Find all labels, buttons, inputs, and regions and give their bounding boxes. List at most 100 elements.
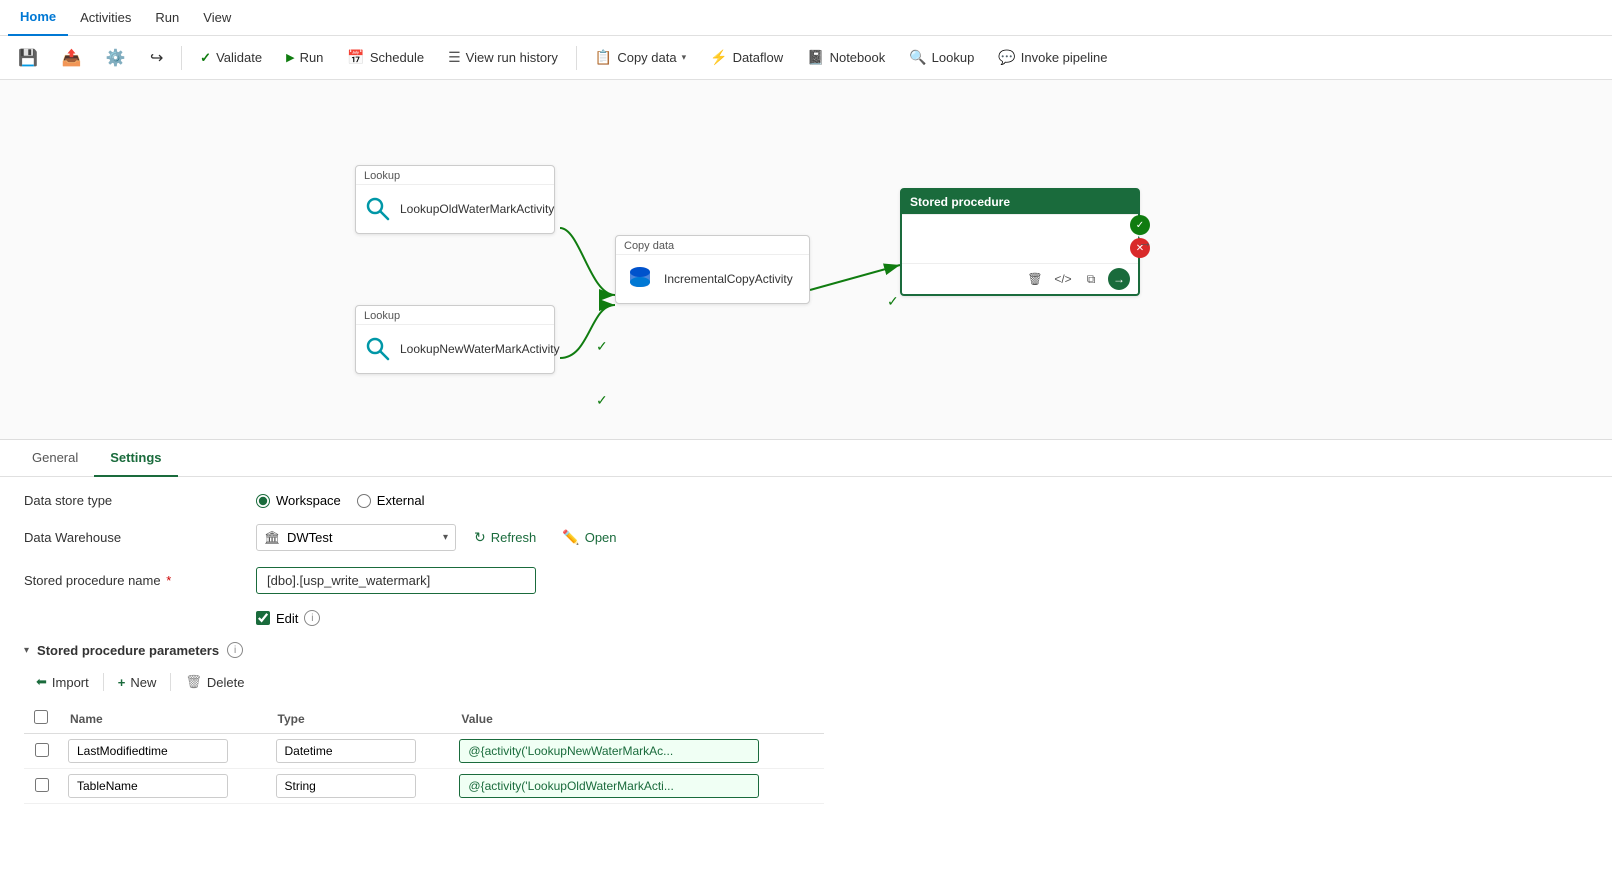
params-toolbar: ⬅ Import + New 🗑 Delete bbox=[24, 670, 1588, 694]
refresh-button[interactable]: ↻ Refresh bbox=[466, 525, 544, 550]
stored-proc-actions: 🗑 </> ⧉ → → bbox=[902, 263, 1138, 294]
settings-panel: Data store type Workspace External Data … bbox=[0, 477, 1612, 820]
toolbar-divider-1 bbox=[181, 46, 182, 70]
node-check-icon[interactable]: ✓ bbox=[1130, 215, 1150, 235]
lookup1-body: LookupOldWaterMarkActivity bbox=[356, 185, 554, 233]
edit-label: Edit bbox=[276, 611, 298, 626]
schedule-button[interactable]: 📅 Schedule bbox=[337, 45, 434, 70]
stored-proc-header: Stored procedure bbox=[902, 190, 1138, 215]
menu-item-view[interactable]: View bbox=[191, 0, 243, 36]
copydata-body: IncrementalCopyActivity bbox=[616, 255, 809, 303]
node-forward-icon: → bbox=[1138, 234, 1152, 250]
lookup2-node[interactable]: Lookup LookupNewWaterMarkActivity bbox=[355, 305, 555, 374]
dataflow-label: Dataflow bbox=[733, 50, 784, 65]
table-row: String bbox=[24, 769, 824, 804]
validate-button[interactable]: ✓ Validate bbox=[190, 46, 272, 70]
col-type-header: Type bbox=[268, 704, 452, 734]
new-param-button[interactable]: + New bbox=[106, 671, 169, 694]
row1-name-input[interactable] bbox=[68, 739, 228, 763]
notebook-label: Notebook bbox=[830, 50, 886, 65]
publish-button[interactable]: 📤 bbox=[52, 44, 92, 72]
stored-proc-node[interactable]: Stored procedure StoredProceduretoWriteW… bbox=[900, 188, 1140, 296]
dataflow-button[interactable]: ⚡ Dataflow bbox=[700, 45, 793, 70]
row2-type-select[interactable]: String bbox=[276, 774, 416, 798]
radio-workspace[interactable]: Workspace bbox=[256, 493, 341, 508]
stored-proc-name-value bbox=[256, 567, 1588, 594]
table-row: Datetime bbox=[24, 734, 824, 769]
tab-bar: General Settings bbox=[0, 440, 1612, 477]
history-label: View run history bbox=[466, 50, 558, 65]
row2-value-input[interactable] bbox=[459, 774, 759, 798]
lookup2-body: LookupNewWaterMarkActivity bbox=[356, 325, 554, 373]
row1-type-select[interactable]: Datetime bbox=[276, 739, 416, 763]
edit-checkbox[interactable] bbox=[256, 611, 270, 625]
row1-checkbox[interactable] bbox=[35, 743, 49, 757]
row1-checkbox-cell bbox=[24, 734, 60, 769]
menu-item-run[interactable]: Run bbox=[143, 0, 191, 36]
run-icon: ▶ bbox=[286, 51, 294, 64]
menu-item-activities[interactable]: Activities bbox=[68, 0, 143, 36]
stored-proc-name-input[interactable] bbox=[256, 567, 536, 594]
row2-checkbox-cell bbox=[24, 769, 60, 804]
row1-type-cell: Datetime bbox=[268, 734, 452, 769]
view-run-history-button[interactable]: ☰ View run history bbox=[438, 45, 568, 70]
row2-name-input[interactable] bbox=[68, 774, 228, 798]
connector-check-1: ✓ bbox=[596, 338, 608, 355]
lookup-button[interactable]: 🔍 Lookup bbox=[899, 45, 984, 70]
schedule-icon: 📅 bbox=[347, 49, 364, 66]
bottom-panel: General Settings Data store type Workspa… bbox=[0, 440, 1612, 896]
copydata-header: Copy data bbox=[616, 236, 809, 255]
workspace-label: Workspace bbox=[276, 493, 341, 508]
node-go-button[interactable]: → bbox=[1108, 268, 1130, 290]
notebook-button[interactable]: 📓 Notebook bbox=[797, 45, 895, 70]
copydata-node[interactable]: Copy data IncrementalCopyActivity bbox=[615, 235, 810, 304]
params-section-header[interactable]: ▾ Stored procedure parameters i bbox=[24, 642, 1588, 658]
validate-icon: ✓ bbox=[200, 50, 211, 66]
data-warehouse-row: Data Warehouse 🏛 DWTest ▾ ↻ Refresh ✏️ O… bbox=[24, 524, 1588, 551]
new-label: New bbox=[130, 675, 156, 690]
settings-icon: ⚙️ bbox=[106, 48, 126, 68]
radio-workspace-input[interactable] bbox=[256, 494, 270, 508]
radio-external[interactable]: External bbox=[357, 493, 425, 508]
open-button[interactable]: ✏️ Open bbox=[554, 525, 624, 550]
node-delete-button[interactable]: 🗑 bbox=[1024, 268, 1046, 290]
menu-item-home[interactable]: Home bbox=[8, 0, 68, 36]
refresh-icon: ↻ bbox=[474, 529, 486, 546]
row2-checkbox[interactable] bbox=[35, 778, 49, 792]
copy-data-label: Copy data bbox=[617, 50, 676, 65]
node-code-button[interactable]: </> bbox=[1052, 268, 1074, 290]
lookup1-node[interactable]: Lookup LookupOldWaterMarkActivity bbox=[355, 165, 555, 234]
run-button[interactable]: ▶ Run bbox=[276, 46, 333, 69]
data-store-type-row: Data store type Workspace External bbox=[24, 493, 1588, 508]
data-store-type-label: Data store type bbox=[24, 493, 244, 508]
save-button[interactable]: 💾 bbox=[8, 44, 48, 72]
run-label: Run bbox=[300, 50, 324, 65]
select-all-checkbox[interactable] bbox=[34, 710, 48, 724]
connector-check-3: ✓ bbox=[887, 293, 899, 310]
import-button[interactable]: ⬅ Import bbox=[24, 670, 101, 694]
params-chevron-icon: ▾ bbox=[24, 645, 29, 656]
pipeline-canvas[interactable]: ✓ ✓ ✓ Lookup LookupOldWaterMarkActivity … bbox=[0, 80, 1612, 440]
data-warehouse-select-wrapper: 🏛 DWTest ▾ bbox=[256, 524, 456, 551]
refresh-label: Refresh bbox=[491, 530, 537, 545]
row1-value-input[interactable] bbox=[459, 739, 759, 763]
lookup-label: Lookup bbox=[932, 50, 975, 65]
radio-external-input[interactable] bbox=[357, 494, 371, 508]
copy-data-icon: 📋 bbox=[595, 49, 612, 66]
data-warehouse-select[interactable]: DWTest bbox=[256, 524, 456, 551]
col-name-header: Name bbox=[60, 704, 268, 734]
delete-param-button[interactable]: 🗑 Delete bbox=[173, 670, 256, 694]
delete-label: Delete bbox=[207, 675, 245, 690]
params-info-icon[interactable]: i bbox=[227, 642, 243, 658]
copy-data-button[interactable]: 📋 Copy data ▾ bbox=[585, 45, 696, 70]
settings-button[interactable]: ⚙️ bbox=[96, 44, 136, 72]
invoke-pipeline-button[interactable]: 💬 Invoke pipeline bbox=[988, 45, 1117, 70]
notebook-icon: 📓 bbox=[807, 49, 824, 66]
col-checkbox bbox=[24, 704, 60, 734]
edit-info-icon[interactable]: i bbox=[304, 610, 320, 626]
tab-settings[interactable]: Settings bbox=[94, 440, 177, 477]
node-copy-button[interactable]: ⧉ bbox=[1080, 268, 1102, 290]
tab-general[interactable]: General bbox=[16, 440, 94, 477]
params-table-body: Datetime String bbox=[24, 734, 824, 804]
undo-button[interactable]: ↩ bbox=[140, 44, 173, 72]
